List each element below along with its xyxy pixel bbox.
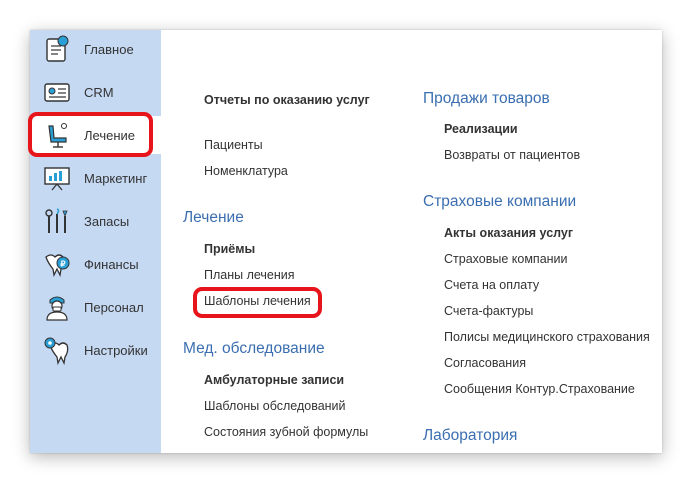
link-treatment-templates[interactable]: Шаблоны лечения (204, 294, 311, 308)
link-kontur-messages[interactable]: Сообщения Контур.Страхование (444, 382, 635, 396)
tooth-gear-icon (44, 337, 69, 365)
link-outpatient-records[interactable]: Амбулаторные записи (204, 373, 344, 387)
sidebar-item-label: Персонал (84, 300, 144, 315)
dental-tools-icon (45, 208, 68, 233)
sidebar-item-stock[interactable]: Запасы (30, 202, 161, 240)
section-header-insurance: Страховые компании (423, 193, 577, 210)
link-patient-returns[interactable]: Возвраты от пациентов (444, 148, 580, 162)
link-dental-formula-states[interactable]: Состояния зубной формулы (204, 425, 368, 439)
link-insurance-companies[interactable]: Страховые компании (444, 252, 568, 266)
sidebar-item-label: CRM (84, 85, 114, 100)
link-nomenclature[interactable]: Номенклатура (204, 164, 288, 178)
link-approvals[interactable]: Согласования (444, 356, 526, 370)
section-header-laboratory: Лаборатория (423, 427, 518, 444)
link-patients[interactable]: Пациенты (204, 138, 263, 152)
sidebar-item-finance[interactable]: ₽ Финансы (30, 245, 161, 283)
link-medical-insurance-policies[interactable]: Полисы медицинского страхования (444, 330, 650, 344)
link-exam-templates[interactable]: Шаблоны обследований (204, 399, 346, 413)
link-sales[interactable]: Реализации (444, 122, 518, 136)
section-header-exam: Мед. обследование (183, 340, 325, 357)
tooth-coin-icon: ₽ (45, 254, 70, 278)
dental-chair-icon (48, 123, 67, 148)
sidebar-item-label: Запасы (84, 214, 130, 229)
id-card-icon (44, 83, 70, 102)
link-tax-invoices[interactable]: Счета-фактуры (444, 304, 533, 318)
sidebar: Главное CRM Лечение Маркетинг Запасы ₽ Ф… (30, 30, 161, 453)
dashboard-icon (46, 35, 69, 62)
sidebar-item-label: Маркетинг (84, 171, 148, 186)
sidebar-item-settings[interactable]: Настройки (30, 331, 161, 369)
presentation-board-icon (44, 167, 70, 191)
svg-text:₽: ₽ (60, 260, 65, 269)
sidebar-item-crm[interactable]: CRM (30, 73, 161, 111)
sidebar-item-label: Лечение (84, 128, 136, 143)
link-invoices-for-payment[interactable]: Счета на оплату (444, 278, 539, 292)
app-window: Главное CRM Лечение Маркетинг Запасы ₽ Ф… (30, 30, 662, 453)
sidebar-item-staff[interactable]: Персонал (30, 288, 161, 326)
sidebar-item-label: Настройки (84, 343, 148, 358)
sidebar-item-main[interactable]: Главное (30, 30, 161, 68)
sidebar-item-marketing[interactable]: Маркетинг (30, 159, 161, 197)
sidebar-item-label: Главное (84, 42, 134, 57)
link-service-reports[interactable]: Отчеты по оказанию услуг (204, 93, 370, 107)
link-service-acts[interactable]: Акты оказания услуг (444, 226, 573, 240)
link-appointments[interactable]: Приёмы (204, 242, 255, 256)
main-content: Отчеты по оказанию услуг Пациенты Номенк… (161, 30, 662, 453)
link-treatment-plans[interactable]: Планы лечения (204, 268, 295, 282)
section-header-sales: Продажи товаров (423, 90, 550, 107)
section-header-treatment: Лечение (183, 209, 244, 226)
sidebar-item-label: Финансы (84, 257, 139, 272)
sidebar-item-treatment[interactable]: Лечение (30, 116, 161, 154)
doctor-icon (46, 296, 68, 321)
